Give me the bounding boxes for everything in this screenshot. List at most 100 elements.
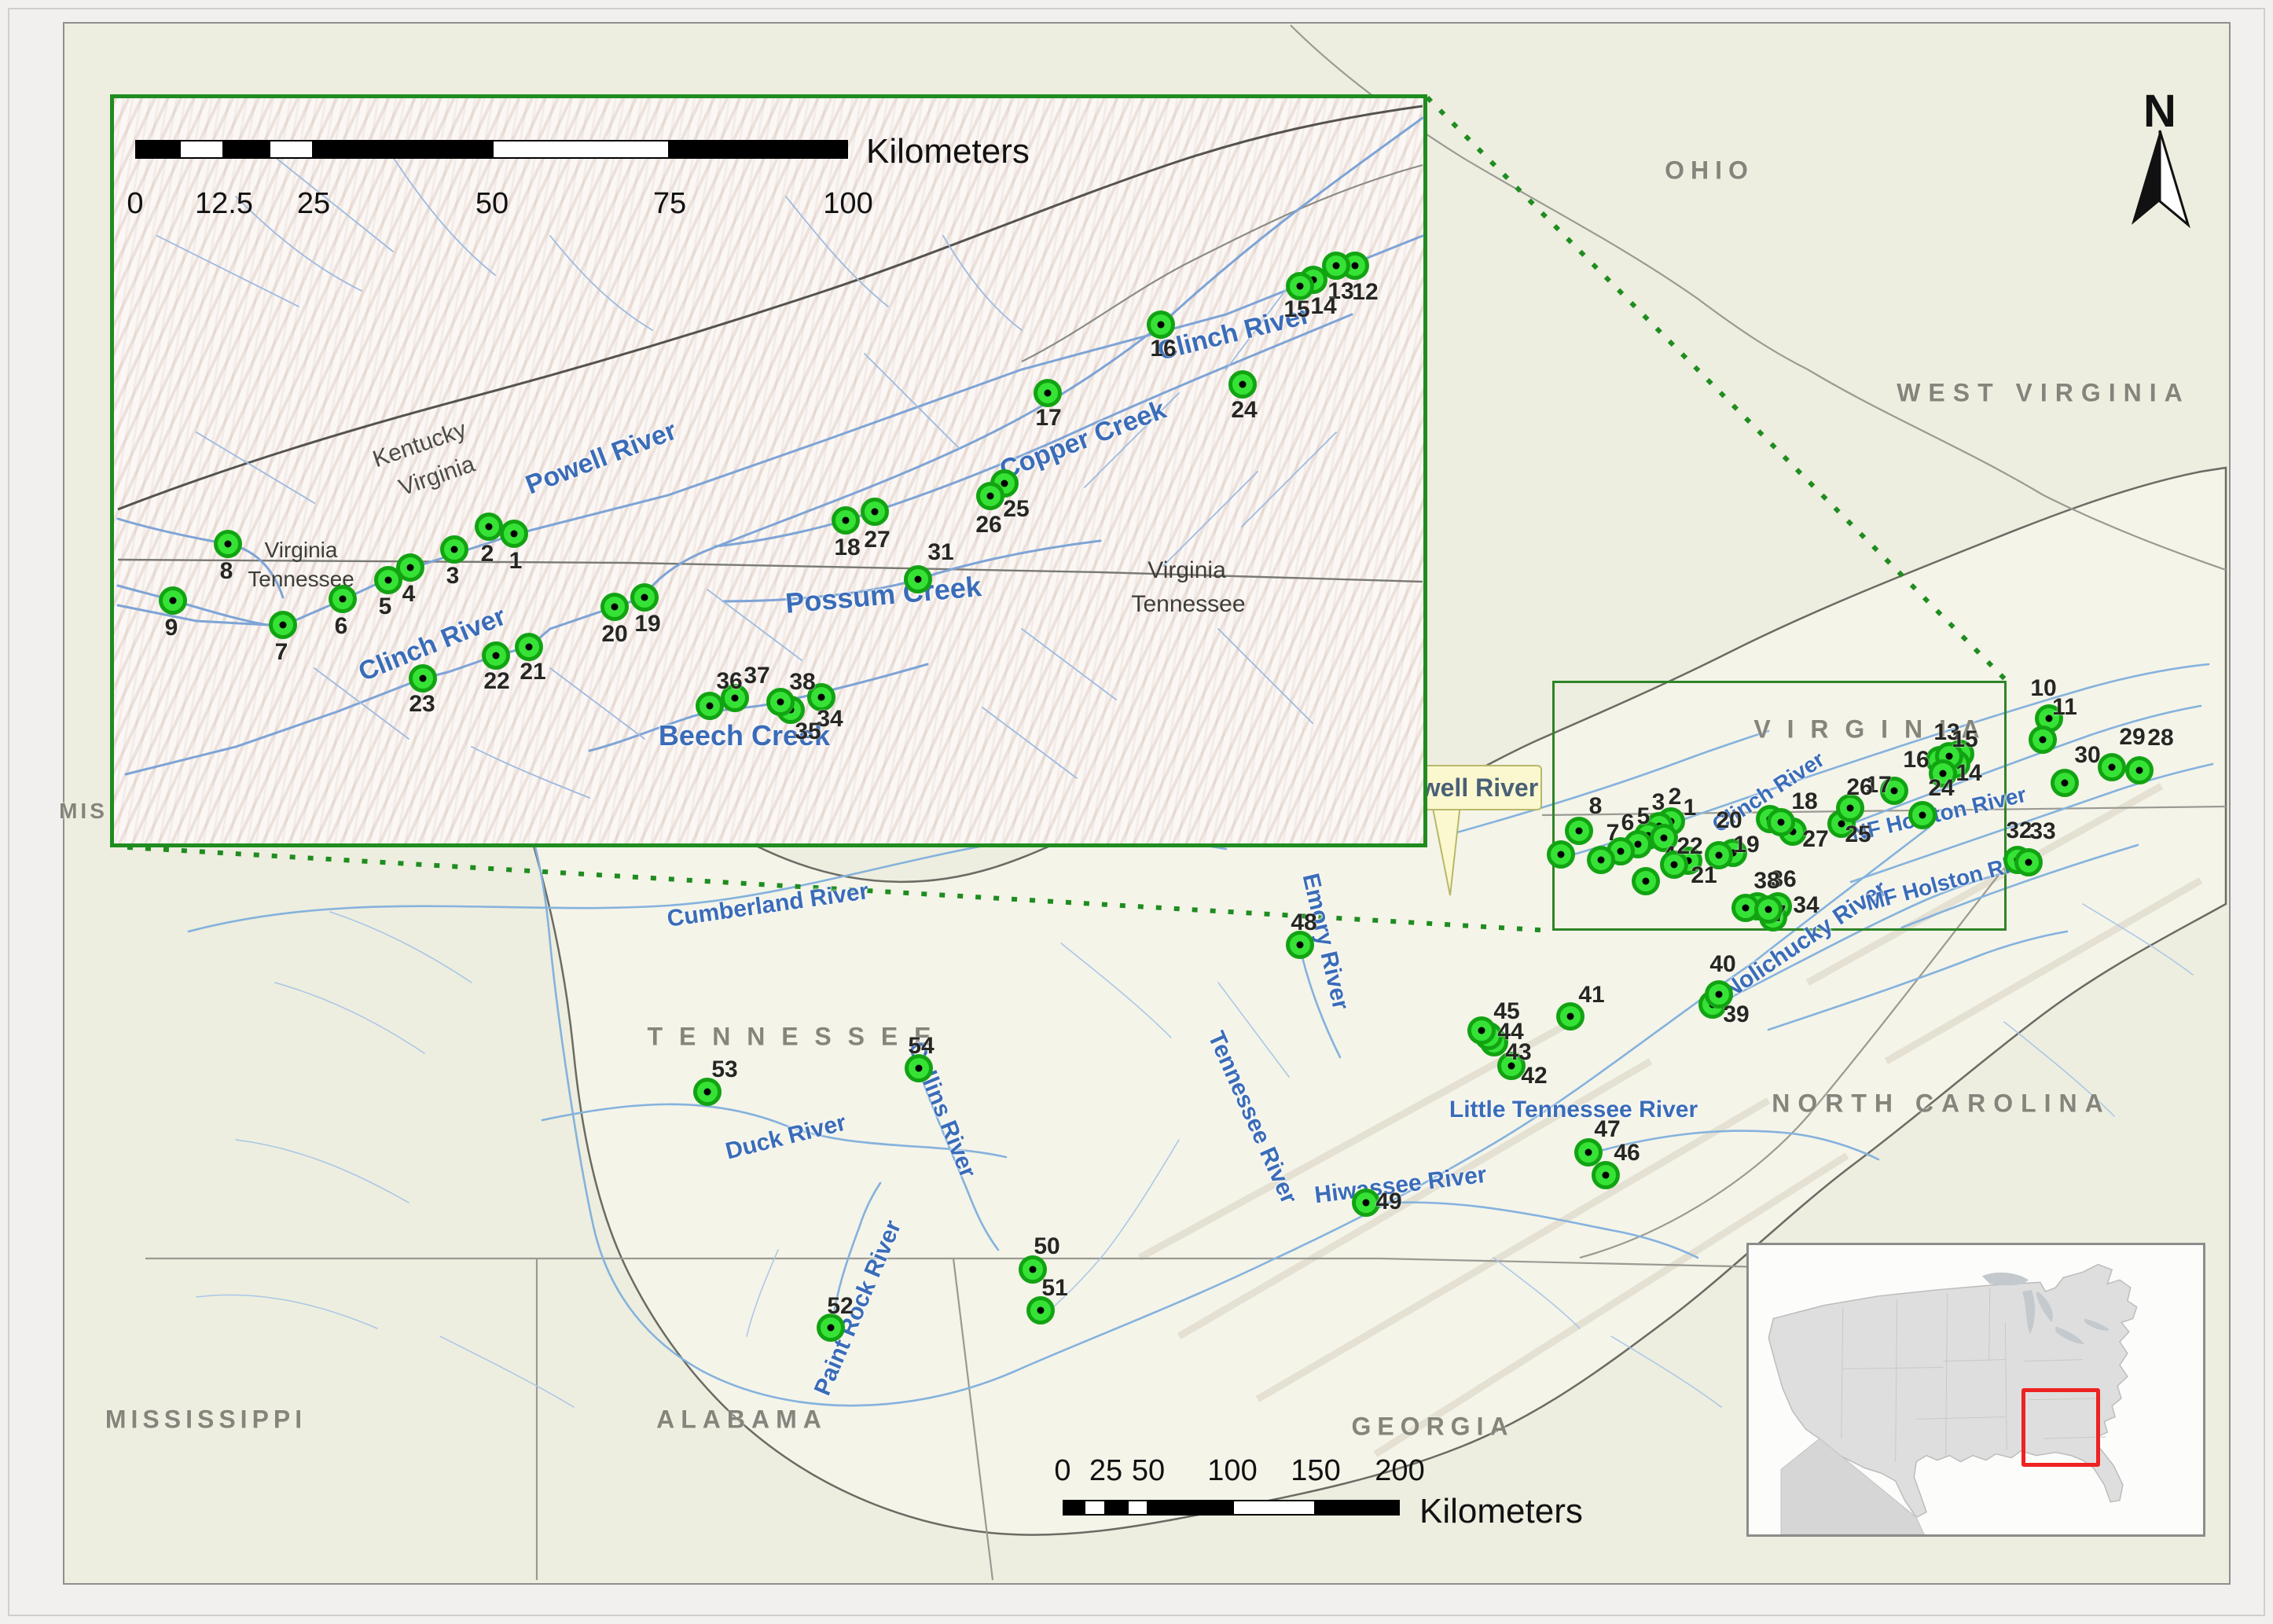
site-number-label: 11 (2052, 694, 2077, 721)
site-number-label: 6 (335, 613, 348, 640)
site-number-label: 2 (481, 541, 494, 568)
site-number-label: 22 (483, 668, 509, 695)
site-number-label: 38 (1753, 868, 1779, 895)
site-marker (630, 583, 659, 612)
site-number-label: 16 (1150, 336, 1176, 362)
site-marker (1547, 840, 1575, 869)
scalebar-segment (179, 140, 224, 159)
site-number-label: 7 (1607, 820, 1620, 847)
borderpair-label: Virginia (265, 538, 338, 563)
north-label: N (2143, 85, 2176, 138)
scalebar-tick-label: 150 (1291, 1454, 1340, 1488)
site-number-label: 52 (827, 1293, 853, 1320)
north-arrow: N (2114, 85, 2209, 242)
site-number-label: 29 (2119, 724, 2145, 751)
site-number-label: 27 (1802, 826, 1828, 853)
scalebar-segment (1127, 1500, 1148, 1516)
state-label: T E N N E S S E E (648, 1023, 936, 1052)
site-marker (861, 498, 889, 526)
scalebar-tick-label: 0 (1054, 1454, 1070, 1488)
scalebar-segment (135, 140, 179, 159)
scalebar-tick-label: 100 (823, 187, 872, 221)
site-number-label: 54 (908, 1033, 934, 1060)
site-number-label: 31 (927, 539, 953, 566)
site-marker (409, 664, 437, 693)
site-number-label: 6 (1621, 810, 1635, 836)
site-number-label: 9 (165, 615, 178, 641)
site-number-label: 3 (1652, 789, 1665, 816)
site-number-label: 41 (1578, 982, 1604, 1009)
scalebar-tick-label: 25 (1089, 1454, 1122, 1488)
site-marker (1587, 846, 1615, 874)
site-number-label: 5 (379, 593, 392, 620)
site-number-label: 20 (1716, 807, 1742, 834)
scalebar-segment (1316, 1500, 1400, 1516)
site-number-label: 19 (1733, 832, 1759, 858)
site-marker (1908, 801, 1937, 829)
site-number-label: 47 (1594, 1116, 1620, 1143)
scalebar-tick-label: 100 (1207, 1454, 1257, 1488)
site-number-label: 15 (1952, 726, 1977, 753)
site-marker (1632, 867, 1660, 895)
river-label: Little Tennessee River (1449, 1097, 1698, 1123)
site-number-label: 24 (1928, 775, 1954, 802)
scalebar-unit-label: Kilometers (866, 132, 1030, 171)
state-label: WEST VIRGINIA (1897, 379, 2190, 408)
site-number-label: 7 (275, 639, 288, 666)
scalebar-segment (314, 140, 492, 159)
site-marker (214, 530, 242, 558)
site-number-label: 45 (1493, 998, 1519, 1025)
scalebar-tick-label: 12.5 (195, 187, 253, 221)
site-number-label: 17 (1035, 405, 1061, 432)
scalebar-segment (1063, 1500, 1084, 1516)
site-number-label: 38 (789, 669, 815, 696)
site-number-label: 20 (601, 621, 627, 648)
site-marker (600, 593, 629, 621)
site-marker (832, 506, 860, 535)
site-number-label: 53 (711, 1056, 737, 1083)
scalebar-tick-label: 200 (1375, 1454, 1424, 1488)
site-number-label: 37 (744, 663, 769, 689)
site-number-label: 1 (1684, 795, 1697, 821)
state-label: MISSISSIPPI (105, 1405, 307, 1435)
site-number-label: 42 (1521, 1063, 1547, 1089)
site-number-label: 33 (2029, 818, 2055, 845)
scalebar-tick-label: 0 (127, 187, 143, 221)
site-number-label: 16 (1903, 747, 1929, 773)
state-label: MIS (59, 799, 108, 824)
state-label: GEORGIA (1351, 1413, 1514, 1442)
site-marker (159, 586, 187, 615)
site-number-label: 14 (1310, 293, 1336, 320)
scalebar-tick-label: 75 (653, 187, 686, 221)
scalebar-segment (492, 140, 670, 159)
site-number-label: 22 (1676, 833, 1702, 860)
scalebar-segment (1106, 1500, 1127, 1516)
scalebar-segment (670, 140, 848, 159)
site-number-label: 15 (1283, 296, 1309, 323)
borderpair-label: Virginia (1148, 557, 1226, 584)
site-marker (1754, 895, 1783, 924)
scalebar-segment (224, 140, 269, 159)
site-marker (1034, 379, 1062, 407)
site-number-label: 35 (795, 718, 821, 745)
site-number-label: 25 (1845, 821, 1871, 848)
us-overview-inset (1746, 1243, 2205, 1537)
site-number-label: 5 (1637, 803, 1651, 830)
scalebar-unit-label: Kilometers (1419, 1492, 1583, 1531)
state-label: ALABAMA (656, 1405, 828, 1435)
site-number-label: 8 (220, 558, 233, 585)
site-number-label: 25 (1003, 496, 1029, 523)
site-marker (2098, 753, 2126, 781)
site-marker (2125, 756, 2154, 784)
site-marker (475, 513, 503, 541)
site-marker (374, 566, 402, 594)
site-number-label: 28 (2147, 725, 2173, 751)
scalebar-segment (1084, 1500, 1106, 1516)
site-marker (482, 641, 510, 670)
site-number-label: 34 (1793, 892, 1819, 919)
scalebar-segment (1232, 1500, 1316, 1516)
site-number-label: 51 (1041, 1275, 1067, 1302)
site-marker (2014, 848, 2043, 876)
site-marker (2029, 726, 2057, 754)
site-number-label: 3 (446, 563, 460, 590)
